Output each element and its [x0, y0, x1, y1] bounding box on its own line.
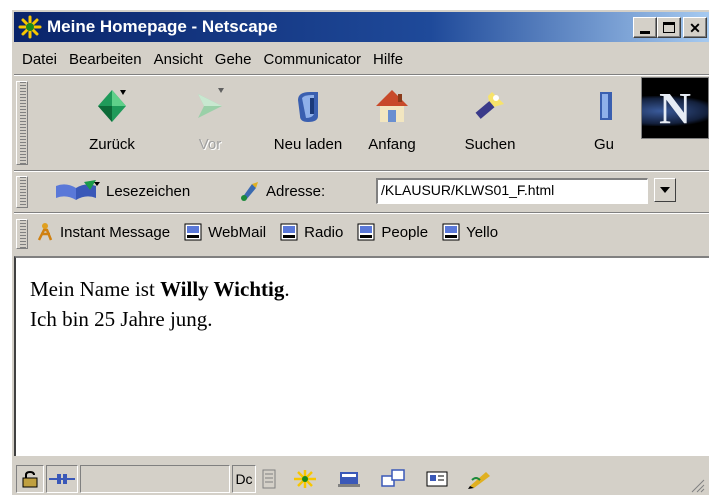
- guide-button[interactable]: Gu: [582, 83, 622, 167]
- menu-bar: Datei Bearbeiten Ansicht Gehe Communicat…: [14, 46, 709, 72]
- menu-bearbeiten[interactable]: Bearbeiten: [63, 51, 148, 68]
- menu-ansicht[interactable]: Ansicht: [148, 51, 209, 68]
- netscape-logo[interactable]: N: [641, 77, 709, 139]
- home-label: Anfang: [368, 136, 416, 153]
- address-book-icon[interactable]: [422, 468, 452, 490]
- close-icon: ✕: [689, 19, 701, 36]
- chevron-down-icon: [660, 187, 670, 193]
- toolbar-grip-handle[interactable]: [16, 81, 28, 165]
- address-dropdown-button[interactable]: [654, 178, 676, 202]
- minimize-icon: [640, 30, 650, 34]
- home-icon: [376, 90, 408, 122]
- reload-label: Neu laden: [273, 136, 343, 153]
- minimize-button[interactable]: [633, 17, 657, 38]
- back-button[interactable]: Zurück: [72, 83, 152, 167]
- component-bar: [262, 468, 496, 490]
- status-text: Dc: [232, 464, 256, 493]
- newsgroups-icon[interactable]: [378, 468, 408, 490]
- address-label: Adresse:: [266, 182, 326, 200]
- personal-toolbar: Instant Message WebMail Radio People Yel…: [14, 216, 709, 252]
- maximize-button[interactable]: [657, 17, 681, 38]
- connection-status[interactable]: [46, 464, 78, 493]
- age-line: Ich bin 25 Jahre jung.: [30, 307, 213, 331]
- maximize-icon: [663, 22, 675, 33]
- toolbar-grip-handle[interactable]: [16, 176, 28, 208]
- home-button[interactable]: Anfang: [352, 83, 432, 167]
- progress-bar: [80, 464, 230, 493]
- close-button[interactable]: ✕: [683, 17, 707, 38]
- title-bar[interactable]: Meine Homepage - Netscape ✕: [14, 12, 709, 42]
- back-label: Zurück: [89, 136, 135, 153]
- location-toolbar: Lesezeichen Adresse: /KLAUSUR/KLWS01_F.h…: [14, 173, 709, 211]
- netscape-app-icon: [18, 15, 42, 39]
- menu-communicator[interactable]: Communicator: [258, 51, 368, 68]
- bookmark-page-icon: [442, 223, 460, 241]
- bookmarks-icon: [56, 180, 100, 200]
- divider: [14, 170, 709, 172]
- lock-icon: [22, 470, 38, 487]
- bookmark-page-icon: [184, 223, 202, 241]
- guide-label: Gu: [594, 136, 615, 153]
- address-input[interactable]: /KLAUSUR/KLWS01_F.html: [376, 178, 648, 204]
- search-flashlight-icon: [475, 92, 504, 119]
- netscape-logo-letter: N: [659, 83, 691, 133]
- yellow-pages-link[interactable]: Yello: [442, 223, 498, 241]
- webmail-label: WebMail: [208, 223, 267, 241]
- forward-button[interactable]: Vor: [170, 83, 250, 167]
- people-link[interactable]: People: [357, 223, 428, 241]
- bookmarks-label: Lesezeichen: [106, 182, 191, 200]
- personal-toolbar-items: Instant Message WebMail Radio People Yel…: [36, 222, 512, 242]
- status-bar: Dc: [14, 460, 709, 495]
- security-lock-button[interactable]: [16, 464, 44, 493]
- page-content: Mein Name ist Willy Wichtig. Ich bin 25 …: [14, 256, 709, 456]
- page-proxy-icon[interactable]: [238, 180, 260, 202]
- navigation-toolbar: Zurück Vor Neu laden Anfang Suchen Gu N: [14, 77, 709, 169]
- bookmarks-button[interactable]: Lesezeichen: [54, 180, 190, 202]
- composer-icon[interactable]: [466, 468, 496, 490]
- component-bar-grip-icon[interactable]: [262, 468, 276, 490]
- search-label: Suchen: [464, 136, 516, 153]
- search-button[interactable]: Suchen: [450, 83, 530, 167]
- address-label-group: Adresse:: [238, 180, 325, 202]
- bookmark-page-icon: [357, 223, 375, 241]
- radio-label: Radio: [304, 223, 344, 241]
- plug-icon: [49, 473, 75, 484]
- window-controls: ✕: [633, 17, 707, 38]
- bookmark-page-icon: [280, 223, 298, 241]
- name-suffix: .: [284, 277, 290, 301]
- divider: [14, 212, 709, 214]
- reload-icon: [298, 92, 318, 122]
- toolbar-grip-handle[interactable]: [16, 219, 28, 249]
- navigator-icon[interactable]: [290, 468, 320, 490]
- forward-label: Vor: [198, 136, 222, 153]
- person-icon: [37, 223, 53, 241]
- name-prefix: Mein Name ist: [30, 277, 161, 301]
- instant-message-link[interactable]: Instant Message: [36, 222, 170, 242]
- yellow-pages-label: Yello: [466, 223, 499, 241]
- instant-message-label: Instant Message: [60, 223, 171, 241]
- browser-window: Meine Homepage - Netscape ✕ Datei Bearbe…: [10, 8, 709, 495]
- window-title: Meine Homepage - Netscape: [47, 17, 278, 36]
- people-label: People: [381, 223, 429, 241]
- reload-button[interactable]: Neu laden: [268, 83, 348, 167]
- divider: [14, 74, 709, 76]
- name-line: Mein Name ist Willy Wichtig.: [30, 274, 709, 304]
- forward-arrow-icon: [198, 88, 224, 118]
- radio-link[interactable]: Radio: [280, 223, 343, 241]
- resize-grip-icon[interactable]: [689, 477, 705, 493]
- back-arrow-icon: [98, 90, 126, 122]
- webmail-link[interactable]: WebMail: [184, 223, 266, 241]
- menu-datei[interactable]: Datei: [16, 51, 63, 68]
- guide-icon: [600, 92, 612, 120]
- menu-gehe[interactable]: Gehe: [209, 51, 258, 68]
- menu-hilfe[interactable]: Hilfe: [367, 51, 409, 68]
- status-text-value: Dc: [235, 470, 253, 487]
- mail-icon[interactable]: [334, 468, 364, 490]
- person-name: Willy Wichtig: [160, 277, 285, 301]
